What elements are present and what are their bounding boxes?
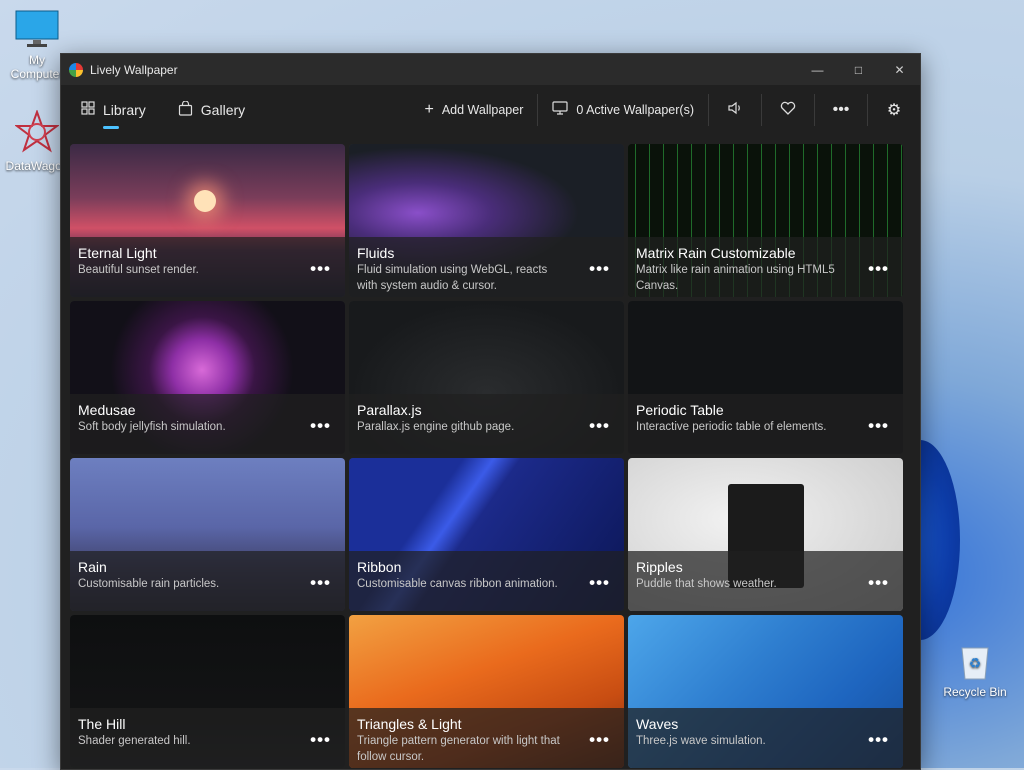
tile-more-button[interactable]: ••• — [868, 416, 889, 436]
plus-icon: + — [424, 101, 434, 118]
wallpaper-description: Three.js wave simulation. — [636, 735, 766, 747]
tile-info: Matrix Rain Customizable Matrix like rai… — [628, 237, 903, 297]
wallpaper-tile[interactable]: Waves Three.js wave simulation. ••• — [628, 615, 903, 768]
wallpaper-description: Puddle that shows weather. — [636, 578, 777, 590]
tab-gallery-label: Gallery — [200, 102, 246, 118]
tab-gallery[interactable]: Gallery — [174, 85, 249, 135]
wallpaper-title: Ribbon — [357, 559, 402, 575]
tile-info: Fluids Fluid simulation using WebGL, rea… — [349, 237, 624, 297]
wallpaper-tile[interactable]: Ribbon Customisable canvas ribbon animat… — [349, 458, 624, 611]
tile-more-button[interactable]: ••• — [589, 730, 610, 750]
wallpaper-tile[interactable]: Parallax.js Parallax.js engine github pa… — [349, 301, 624, 454]
wallpaper-title: Ripples — [636, 559, 683, 575]
monitor-icon — [2, 10, 72, 51]
minimize-button[interactable]: — — [797, 54, 838, 85]
tile-info: Ripples Puddle that shows weather. ••• — [628, 551, 903, 611]
desktop-icon-recycle-bin[interactable]: ♻ Recycle Bin — [940, 642, 1010, 699]
wallpaper-title: Parallax.js — [357, 402, 422, 418]
wallpaper-description: Interactive periodic table of elements. — [636, 421, 827, 433]
wallpaper-tile[interactable]: Eternal Light Beautiful sunset render. •… — [70, 144, 345, 297]
add-wallpaper-label: Add Wallpaper — [441, 103, 524, 117]
tile-info: Triangles & Light Triangle pattern gener… — [349, 708, 624, 768]
desktop-icon-label: Recycle Bin — [943, 685, 1007, 699]
tile-more-button[interactable]: ••• — [310, 730, 331, 750]
tile-more-button[interactable]: ••• — [589, 259, 610, 279]
heart-icon — [780, 101, 796, 120]
tile-info: Eternal Light Beautiful sunset render. •… — [70, 237, 345, 297]
speaker-icon — [727, 101, 743, 120]
maximize-button[interactable]: □ — [838, 54, 879, 85]
tab-library[interactable]: Library — [77, 85, 150, 135]
wallpaper-tile[interactable]: Ripples Puddle that shows weather. ••• — [628, 458, 903, 611]
tile-info: Periodic Table Interactive periodic tabl… — [628, 394, 903, 454]
tile-info: The Hill Shader generated hill. ••• — [70, 708, 345, 768]
ellipsis-icon: ••• — [832, 101, 850, 118]
wallpaper-tile[interactable]: Fluids Fluid simulation using WebGL, rea… — [349, 144, 624, 297]
wallpaper-title: Fluids — [357, 245, 395, 261]
wallpaper-title: Medusae — [78, 402, 136, 418]
tile-more-button[interactable]: ••• — [589, 416, 610, 436]
nav-bar: Library Gallery + Add Wallpaper 0 Active… — [61, 85, 920, 135]
wallpaper-description: Customisable rain particles. — [78, 578, 220, 590]
tile-more-button[interactable]: ••• — [310, 259, 331, 279]
wallpaper-description: Customisable canvas ribbon animation. — [357, 578, 558, 590]
tile-more-button[interactable]: ••• — [868, 259, 889, 279]
recycle-bin-icon: ♻ — [940, 642, 1010, 683]
wallpaper-title: The Hill — [78, 716, 126, 732]
active-wallpapers-button[interactable]: 0 Active Wallpaper(s) — [538, 85, 708, 135]
tile-info: Parallax.js Parallax.js engine github pa… — [349, 394, 624, 454]
shopping-bag-icon — [178, 99, 193, 120]
wallpaper-tile[interactable]: Periodic Table Interactive periodic tabl… — [628, 301, 903, 454]
wallpaper-description: Shader generated hill. — [78, 735, 191, 747]
wallpaper-tile[interactable]: Matrix Rain Customizable Matrix like rai… — [628, 144, 903, 297]
app-logo-icon — [69, 62, 83, 77]
wallpaper-description: Fluid simulation using WebGL, reacts wit… — [357, 264, 548, 292]
wallpaper-tile[interactable]: The Hill Shader generated hill. ••• — [70, 615, 345, 768]
wallpaper-description: Soft body jellyfish simulation. — [78, 421, 226, 433]
tile-info: Rain Customisable rain particles. ••• — [70, 551, 345, 611]
app-window: Lively Wallpaper — □ ✕ Library Gallery +… — [60, 53, 921, 770]
tile-info: Ribbon Customisable canvas ribbon animat… — [349, 551, 624, 611]
tile-info: Medusae Soft body jellyfish simulation. … — [70, 394, 345, 454]
wallpaper-title: Waves — [636, 716, 679, 732]
more-options-button[interactable]: ••• — [815, 85, 867, 135]
wallpaper-title: Eternal Light — [78, 245, 157, 261]
tile-more-button[interactable]: ••• — [310, 573, 331, 593]
tile-more-button[interactable]: ••• — [868, 730, 889, 750]
favorites-button[interactable] — [762, 85, 814, 135]
wallpaper-tile[interactable]: Rain Customisable rain particles. ••• — [70, 458, 345, 611]
active-wallpapers-label: 0 Active Wallpaper(s) — [576, 103, 694, 117]
wallpaper-title: Periodic Table — [636, 402, 724, 418]
tile-more-button[interactable]: ••• — [310, 416, 331, 436]
title-bar[interactable]: Lively Wallpaper — □ ✕ — [61, 54, 920, 85]
volume-button[interactable] — [709, 85, 761, 135]
grid-icon — [81, 101, 95, 119]
wallpaper-description: Triangle pattern generator with light th… — [357, 735, 560, 763]
wallpaper-title: Triangles & Light — [357, 716, 462, 732]
close-button[interactable]: ✕ — [879, 54, 920, 85]
settings-button[interactable]: ⚙ — [868, 85, 920, 135]
wallpaper-title: Matrix Rain Customizable — [636, 245, 796, 261]
tile-more-button[interactable]: ••• — [589, 573, 610, 593]
wallpaper-tile[interactable]: Triangles & Light Triangle pattern gener… — [349, 615, 624, 768]
svg-text:♻: ♻ — [969, 655, 982, 671]
tile-info: Waves Three.js wave simulation. ••• — [628, 708, 903, 768]
tab-library-label: Library — [103, 102, 146, 118]
wallpaper-description: Parallax.js engine github page. — [357, 421, 515, 433]
monitor-icon — [552, 100, 568, 120]
wallpaper-description: Matrix like rain animation using HTML5 C… — [636, 264, 835, 292]
tile-more-button[interactable]: ••• — [868, 573, 889, 593]
add-wallpaper-button[interactable]: + Add Wallpaper — [410, 85, 537, 135]
gear-icon: ⚙ — [886, 102, 902, 119]
wallpaper-description: Beautiful sunset render. — [78, 264, 199, 276]
window-title: Lively Wallpaper — [90, 62, 178, 77]
wallpaper-tile[interactable]: Medusae Soft body jellyfish simulation. … — [70, 301, 345, 454]
wallpaper-title: Rain — [78, 559, 107, 575]
wallpaper-grid: Eternal Light Beautiful sunset render. •… — [70, 144, 903, 768]
